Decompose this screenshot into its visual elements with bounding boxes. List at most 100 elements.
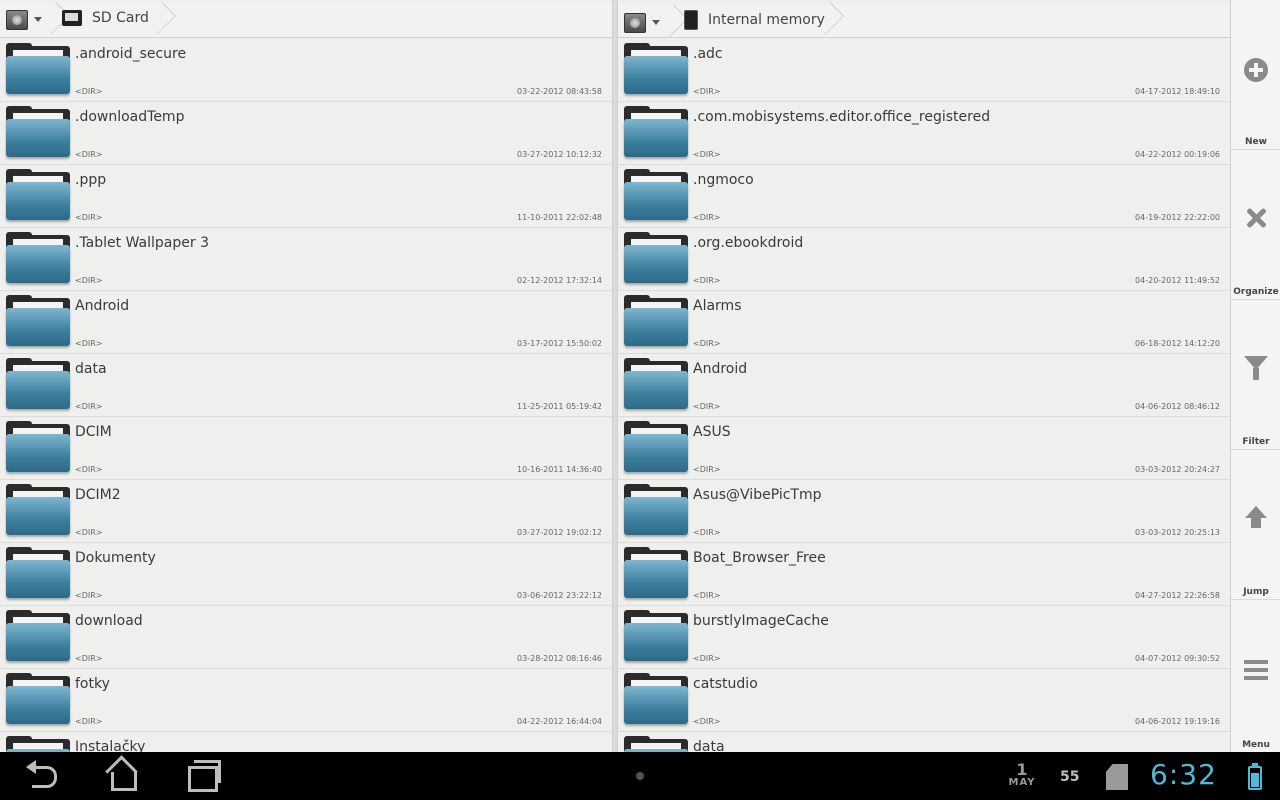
phone-icon bbox=[684, 10, 698, 30]
right-pane: Internal memory .adc <DIR> 04-17-2012 18:4… bbox=[618, 0, 1230, 752]
file-name: data bbox=[693, 739, 725, 752]
folder-icon bbox=[6, 43, 70, 96]
new-button[interactable]: New bbox=[1231, 0, 1280, 150]
jump-button[interactable]: Jump bbox=[1231, 450, 1280, 600]
file-type: <DIR> bbox=[75, 654, 103, 663]
folder-icon bbox=[624, 358, 688, 411]
file-type: <DIR> bbox=[693, 339, 721, 348]
file-row[interactable]: Asus@VibePicTmp <DIR> 03-03-2012 20:25:13 bbox=[618, 480, 1230, 543]
file-row[interactable]: .android_secure <DIR> 03-22-2012 08:43:58 bbox=[0, 39, 612, 102]
notification-count[interactable]: 55 bbox=[1060, 769, 1079, 785]
sd-card-icon bbox=[62, 10, 82, 26]
file-type: <DIR> bbox=[75, 150, 103, 159]
file-row[interactable]: Boat_Browser_Free <DIR> 04-27-2012 22:26:5… bbox=[618, 543, 1230, 606]
file-date: 03-28-2012 08:16:46 bbox=[517, 654, 602, 663]
menu-dot-icon[interactable] bbox=[636, 772, 644, 780]
file-name: .Tablet Wallpaper 3 bbox=[75, 235, 209, 251]
file-row[interactable]: DCIM <DIR> 10-16-2011 14:36:40 bbox=[0, 417, 612, 480]
right-breadcrumb: Internal memory bbox=[618, 5, 1230, 38]
file-date: 03-22-2012 08:43:58 bbox=[517, 87, 602, 96]
folder-icon bbox=[6, 673, 70, 726]
file-name: .android_secure bbox=[75, 46, 187, 62]
file-name: burstlyImageCache bbox=[693, 613, 829, 629]
file-row[interactable]: Android <DIR> 03-17-2012 15:50:02 bbox=[0, 291, 612, 354]
file-date: 04-22-2012 16:44:04 bbox=[517, 717, 602, 726]
file-name: catstudio bbox=[693, 676, 758, 692]
file-row[interactable]: Alarms <DIR> 06-18-2012 14:12:20 bbox=[618, 291, 1230, 354]
breadcrumb-separator bbox=[820, 2, 832, 38]
file-date: 03-27-2012 19:02:12 bbox=[517, 528, 602, 537]
file-row[interactable]: DCIM2 <DIR> 03-27-2012 19:02:12 bbox=[0, 480, 612, 543]
calendar-widget[interactable]: 1 MAY bbox=[1006, 762, 1038, 788]
file-date: 03-17-2012 15:50:02 bbox=[517, 339, 602, 348]
plus-icon bbox=[1244, 58, 1268, 82]
drive-icon bbox=[6, 10, 28, 30]
file-type: <DIR> bbox=[693, 465, 721, 474]
file-date: 10-16-2011 14:36:40 bbox=[517, 465, 602, 474]
breadcrumb-separator bbox=[152, 2, 164, 38]
file-date: 04-27-2012 22:26:58 bbox=[1135, 591, 1220, 600]
filter-button[interactable]: Filter bbox=[1231, 300, 1280, 450]
menu-button[interactable]: Menu bbox=[1231, 600, 1280, 752]
file-row[interactable]: data <DIR> 11-25-2011 05:19:42 bbox=[0, 354, 612, 417]
file-name: download bbox=[75, 613, 143, 629]
date-day: 1 bbox=[1016, 760, 1028, 779]
arrow-up-icon bbox=[1244, 506, 1268, 530]
date-month: MAY bbox=[1008, 777, 1036, 788]
file-name: ASUS bbox=[693, 424, 731, 440]
right-location-crumb[interactable]: Internal memory bbox=[684, 10, 825, 32]
recent-apps-icon[interactable] bbox=[184, 760, 224, 792]
file-row[interactable]: download <DIR> 03-28-2012 08:16:46 bbox=[0, 606, 612, 669]
file-row[interactable]: data bbox=[618, 732, 1230, 752]
folder-icon bbox=[6, 421, 70, 474]
file-type: <DIR> bbox=[75, 591, 103, 600]
file-row[interactable]: catstudio <DIR> 04-06-2012 19:19:16 bbox=[618, 669, 1230, 732]
file-date: 04-20-2012 11:49:52 bbox=[1135, 276, 1220, 285]
folder-icon bbox=[6, 484, 70, 537]
file-date: 11-10-2011 22:02:48 bbox=[517, 213, 602, 222]
organize-button[interactable]: Organize bbox=[1231, 150, 1280, 300]
file-name: DCIM2 bbox=[75, 487, 121, 503]
filter-icon bbox=[1244, 356, 1268, 380]
file-row[interactable]: .ngmoco <DIR> 04-19-2012 22:22:00 bbox=[618, 165, 1230, 228]
file-row[interactable]: Instalačky bbox=[0, 732, 612, 752]
file-type: <DIR> bbox=[693, 528, 721, 537]
home-icon[interactable] bbox=[104, 760, 144, 792]
left-breadcrumb: SD Card bbox=[0, 2, 612, 38]
file-row[interactable]: .ppp <DIR> 11-10-2011 22:02:48 bbox=[0, 165, 612, 228]
file-name: .adc bbox=[693, 46, 723, 62]
file-type: <DIR> bbox=[75, 87, 103, 96]
file-row[interactable]: burstlyImageCache <DIR> 04-07-2012 09:30:5… bbox=[618, 606, 1230, 669]
drive-icon bbox=[624, 13, 646, 33]
file-type: <DIR> bbox=[693, 276, 721, 285]
left-location-crumb[interactable]: SD Card bbox=[62, 10, 149, 32]
file-name: Dokumenty bbox=[75, 550, 156, 566]
folder-icon bbox=[624, 484, 688, 537]
file-type: <DIR> bbox=[693, 402, 721, 411]
clock[interactable]: 6:32 bbox=[1150, 758, 1217, 791]
sd-card-status-icon[interactable] bbox=[1106, 764, 1128, 790]
folder-icon bbox=[6, 547, 70, 600]
right-file-list: .adc <DIR> 04-17-2012 18:49:10 .com.mobisys… bbox=[618, 39, 1230, 752]
folder-icon bbox=[624, 610, 688, 663]
file-type: <DIR> bbox=[75, 402, 103, 411]
file-row[interactable]: Android <DIR> 04-06-2012 08:46:12 bbox=[618, 354, 1230, 417]
file-row[interactable]: fotky <DIR> 04-22-2012 16:44:04 bbox=[0, 669, 612, 732]
file-date: 06-18-2012 14:12:20 bbox=[1135, 339, 1220, 348]
file-type: <DIR> bbox=[75, 276, 103, 285]
file-row[interactable]: .org.ebookdroid <DIR> 04-20-2012 11:49:52 bbox=[618, 228, 1230, 291]
file-row[interactable]: .adc <DIR> 04-17-2012 18:49:10 bbox=[618, 39, 1230, 102]
back-icon[interactable] bbox=[24, 760, 64, 792]
file-row[interactable]: .downloadTemp <DIR> 03-27-2012 10:12:32 bbox=[0, 102, 612, 165]
file-row[interactable]: .com.mobisystems.editor.office_registere… bbox=[618, 102, 1230, 165]
file-row[interactable]: ASUS <DIR> 03-03-2012 20:24:27 bbox=[618, 417, 1230, 480]
file-date: 03-27-2012 10:12:32 bbox=[517, 150, 602, 159]
tools-icon bbox=[1244, 206, 1268, 230]
file-row[interactable]: Dokumenty <DIR> 03-06-2012 23:22:12 bbox=[0, 543, 612, 606]
battery-icon[interactable] bbox=[1248, 763, 1262, 790]
file-row[interactable]: .Tablet Wallpaper 3 <DIR> 02-12-2012 17:32… bbox=[0, 228, 612, 291]
file-name: .com.mobisystems.editor.office_registere… bbox=[693, 109, 991, 125]
menu-icon bbox=[1244, 660, 1268, 680]
folder-icon bbox=[624, 43, 688, 96]
menu-label: Menu bbox=[1242, 740, 1270, 750]
